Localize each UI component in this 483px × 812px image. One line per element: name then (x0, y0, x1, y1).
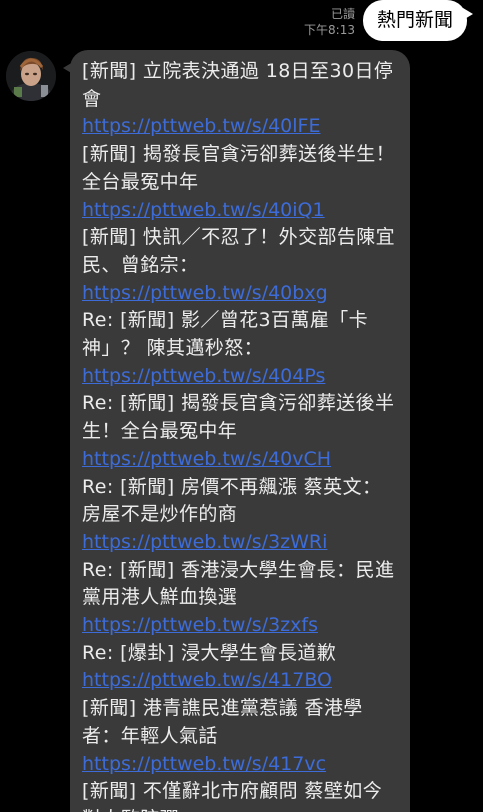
read-status: 已讀 (330, 7, 355, 21)
news-title: Re: [爆卦] 浸大學生會長道歉 (82, 641, 337, 664)
outgoing-message-bubble[interactable]: 熱門新聞 (362, 0, 474, 41)
news-title: [新聞] 立院表決通過 18日至30日停會 (82, 60, 394, 110)
news-link[interactable]: https://pttweb.tw/s/417vc (82, 751, 398, 779)
news-title: [新聞] 揭發長官貪污卻葬送後半生！全台最冤中年 (82, 143, 396, 193)
news-link[interactable]: https://pttweb.tw/s/417BO (82, 667, 398, 695)
news-title: Re: [新聞] 房價不再飆漲 蔡英文：房屋不是炒作的商 (82, 475, 382, 526)
news-link[interactable]: https://pttweb.tw/s/3zxfs (82, 612, 398, 640)
news-title: Re: [新聞] 影／曾花3百萬雇「卡神」？ 陳其邁秒怒： (82, 309, 369, 360)
message-time: 下午8:13 (304, 23, 355, 37)
user-avatar-icon[interactable] (6, 51, 56, 101)
outgoing-message-row: 已讀 下午8:13 熱門新聞 (304, 0, 474, 42)
news-title: Re: [新聞] 香港浸大學生會長：民進黨用港人鮮血換選 (82, 558, 395, 609)
news-title: Re: [新聞] 揭發長官貪污卻葬送後半生！全台最冤中年 (82, 392, 395, 443)
news-link[interactable]: https://pttweb.tw/s/3zWRi (82, 529, 398, 557)
news-link[interactable]: https://pttweb.tw/s/40bxg (82, 280, 398, 308)
message-meta: 已讀 下午8:13 (304, 6, 355, 38)
news-title: [新聞] 不僅辭北市府顧問 蔡壁如今對人監院彈 (82, 780, 383, 812)
chat-screen: 已讀 下午8:13 熱門新聞 [新聞] 立院表決通過 18日至30日停會 http… (0, 0, 483, 812)
news-link[interactable]: https://pttweb.tw/s/40iQ1 (82, 197, 398, 225)
incoming-message-bubble: [新聞] 立院表決通過 18日至30日停會 https://pttweb.tw/s… (63, 50, 410, 812)
news-title: [新聞] 快訊／不忍了！外交部告陳宜民、曾銘宗： (82, 226, 396, 276)
news-link[interactable]: https://pttweb.tw/s/40lFE (82, 113, 398, 141)
avatar-image (6, 51, 56, 101)
news-link[interactable]: https://pttweb.tw/s/40vCH (82, 446, 398, 474)
news-title: [新聞] 港青譙民進黨惹議 香港學者：年輕人氣話 (82, 697, 363, 747)
news-link[interactable]: https://pttweb.tw/s/404Ps (82, 363, 398, 391)
